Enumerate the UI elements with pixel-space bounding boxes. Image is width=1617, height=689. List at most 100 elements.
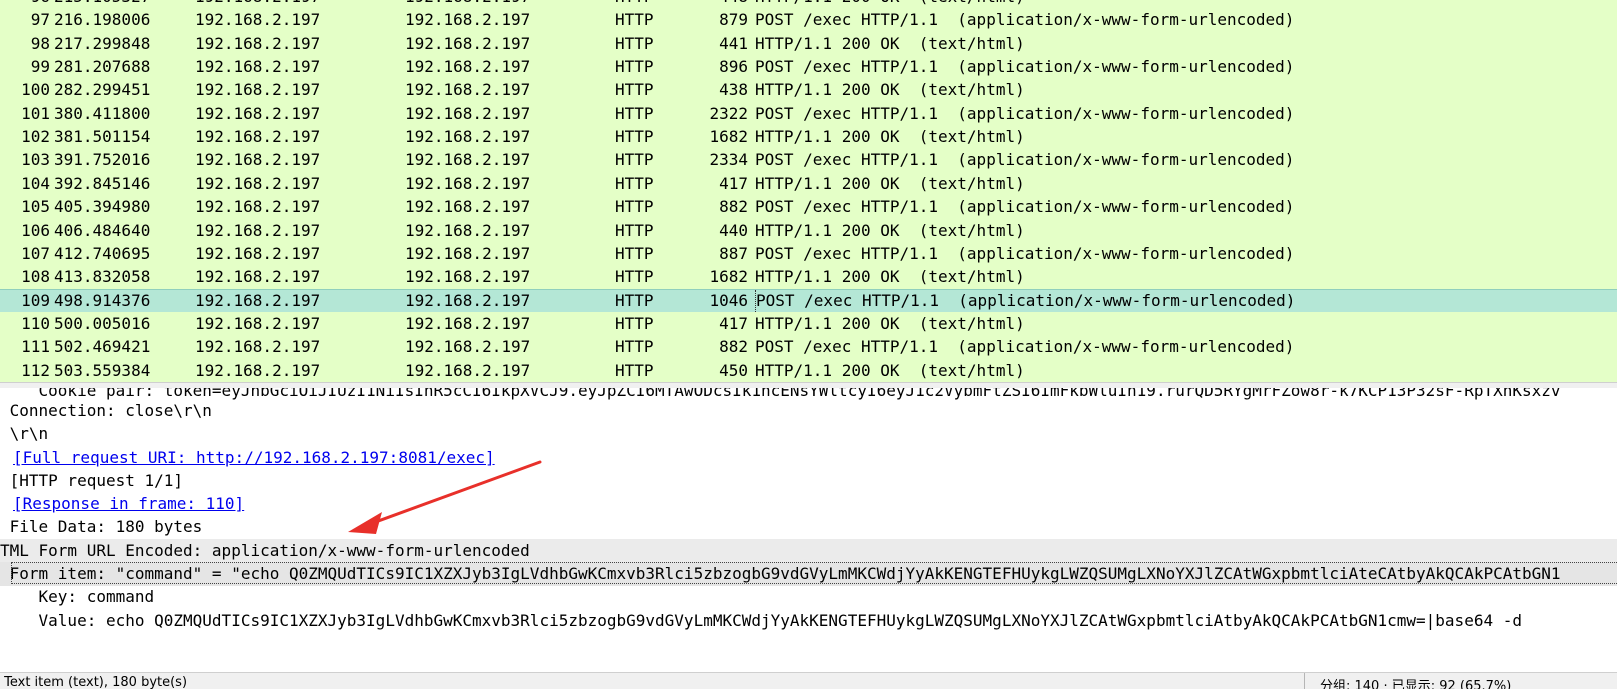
packet-time: 406.484640: [54, 220, 151, 240]
packet-row[interactable]: 97 216.198006 192.168.2.197 192.168.2.197 HT…: [0, 8, 1617, 33]
packet-length: 417: [719, 173, 748, 193]
packet-row[interactable]: 100 282.299451 192.168.2.197 192.168.2.197 H…: [0, 78, 1617, 103]
packet-destination: 192.168.2.197: [405, 150, 531, 170]
packet-source: 192.168.2.197: [195, 80, 321, 100]
packet-time: 282.299451: [54, 80, 151, 100]
packet-source: 192.168.2.197: [195, 127, 321, 147]
packet-length: 2334: [709, 150, 748, 170]
packet-source: 192.168.2.197: [195, 313, 321, 333]
packet-row[interactable]: 105 405.394980 192.168.2.197 192.168.2.197 H…: [0, 195, 1617, 220]
packet-protocol: HTTP: [615, 33, 654, 53]
packet-source: 192.168.2.197: [195, 267, 321, 287]
packet-info: POST /exec HTTP/1.1 (application/x-www-f…: [755, 103, 1295, 123]
packet-row[interactable]: 110 500.005016 192.168.2.197 192.168.2.197 H…: [0, 311, 1617, 336]
detail-row-form-header[interactable]: TML Form URL Encoded: application/x-www-…: [0, 539, 1617, 563]
packet-length: 1046: [709, 290, 748, 310]
key-text: Key: command: [0, 587, 155, 606]
packet-length: 882: [719, 197, 748, 217]
packet-destination: 192.168.2.197: [405, 10, 531, 30]
packet-row[interactable]: 107 412.740695 192.168.2.197 192.168.2.197 H…: [0, 241, 1617, 266]
packet-destination: 192.168.2.197: [405, 337, 531, 357]
packet-destination: 192.168.2.197: [405, 103, 531, 123]
form-item-text: Form item: "command" = "echo Q0ZMQUdTICs…: [0, 564, 1561, 583]
packet-source: 192.168.2.197: [195, 337, 321, 357]
packet-number: 109: [21, 290, 50, 310]
packet-time: 412.740695: [54, 243, 151, 263]
packet-info: POST /exec HTTP/1.1 (application/x-www-f…: [755, 243, 1295, 263]
packet-list[interactable]: 96215.105327192.168.2.197192.168.2.197HT…: [0, 0, 1617, 382]
packet-row[interactable]: 103 391.752016 192.168.2.197 192.168.2.197 H…: [0, 148, 1617, 173]
packet-info: HTTP/1.1 200 OK (text/html): [755, 173, 1025, 193]
detail-row-file-data[interactable]: File Data: 180 bytes: [0, 515, 1617, 539]
packet-protocol: HTTP: [615, 360, 654, 380]
packet-number: 97: [30, 10, 50, 30]
packet-info: POST /exec HTTP/1.1 (application/x-www-f…: [755, 57, 1295, 77]
detail-row-value[interactable]: Value: echo Q0ZMQUdTICs9IC1XZXJyb3IgLVdh…: [0, 609, 1617, 633]
packet-info: HTTP/1.1 200 OK (text/html): [755, 127, 1025, 147]
packet-row[interactable]: 112 503.559384 192.168.2.197 192.168.2.197 H…: [0, 358, 1617, 382]
packet-info: POST /exec HTTP/1.1 (application/x-www-f…: [755, 197, 1295, 217]
packet-protocol: HTTP: [615, 103, 654, 123]
packet-details-pane[interactable]: Cookie pair: token=eyJhbGciOiJIUzI1NiIsI…: [0, 388, 1617, 656]
packet-number: 101: [21, 103, 50, 123]
packet-destination: 192.168.2.197: [405, 80, 531, 100]
detail-row-response-frame[interactable]: [Response in frame: 110]: [0, 492, 1617, 516]
status-left-text: Text item (text), 180 byte(s): [0, 675, 188, 689]
packet-source: 192.168.2.197: [195, 197, 321, 217]
packet-info: POST /exec HTTP/1.1 (application/x-www-f…: [755, 337, 1295, 357]
packet-protocol: HTTP: [615, 150, 654, 170]
packet-protocol: HTTP: [615, 243, 654, 263]
packet-number: 111: [21, 337, 50, 357]
detail-row-http-request[interactable]: [HTTP request 1/1]: [0, 469, 1617, 493]
packet-time: 503.559384: [54, 360, 151, 380]
packet-info: POST /exec HTTP/1.1 (application/x-www-f…: [755, 289, 1296, 312]
packet-protocol: HTTP: [615, 337, 654, 357]
detail-row-full-uri[interactable]: [Full request URI: http://192.168.2.197:…: [0, 446, 1617, 470]
packet-info: HTTP/1.1 200 OK (text/html): [755, 33, 1025, 53]
packet-row[interactable]: 101 380.411800 192.168.2.197 192.168.2.197 H…: [0, 101, 1617, 126]
detail-row-form-item[interactable]: Form item: "command" = "echo Q0ZMQUdTICs…: [0, 562, 1617, 586]
packet-destination: 192.168.2.197: [405, 220, 531, 240]
packet-row[interactable]: 102 381.501154 192.168.2.197 192.168.2.197 H…: [0, 125, 1617, 150]
packet-source: 192.168.2.197: [195, 150, 321, 170]
packet-number: 99: [30, 57, 50, 77]
response-in-frame-link[interactable]: [Response in frame: 110]: [13, 492, 244, 516]
packet-destination: 192.168.2.197: [405, 57, 531, 77]
detail-row-connection[interactable]: Connection: close\r\n: [0, 399, 1617, 423]
packet-protocol: HTTP: [615, 80, 654, 100]
packet-row[interactable]: 111 502.469421 192.168.2.197 192.168.2.197 H…: [0, 335, 1617, 360]
packet-row[interactable]: 98 217.299848 192.168.2.197 192.168.2.197 HT…: [0, 31, 1617, 56]
packet-destination: 192.168.2.197: [405, 360, 531, 380]
packet-info: POST /exec HTTP/1.1 (application/x-www-f…: [755, 10, 1295, 30]
packet-row[interactable]: 104 392.845146 192.168.2.197 192.168.2.197 H…: [0, 171, 1617, 196]
packet-time: 380.411800: [54, 103, 151, 123]
packet-source: 192.168.2.197: [195, 57, 321, 77]
packet-source: 192.168.2.197: [195, 243, 321, 263]
packet-destination: 192.168.2.197: [405, 33, 531, 53]
packet-source: 192.168.2.197: [195, 10, 321, 30]
packet-time: 413.832058: [54, 267, 151, 287]
packet-number: 106: [21, 220, 50, 240]
packet-source: 192.168.2.197: [195, 173, 321, 193]
packet-number: 103: [21, 150, 50, 170]
packet-row[interactable]: 108 413.832058 192.168.2.197 192.168.2.197 H…: [0, 265, 1617, 290]
packet-length: 879: [719, 10, 748, 30]
packet-time: 405.394980: [54, 197, 151, 217]
packet-length: 417: [719, 313, 748, 333]
crlf-text: \r\n: [0, 424, 49, 443]
packet-info: HTTP/1.1 200 OK (text/html): [755, 80, 1025, 100]
packet-protocol: HTTP: [615, 197, 654, 217]
packet-row[interactable]: 109 498.914376 192.168.2.197 192.168.2.197 H…: [0, 288, 1617, 313]
packet-protocol: HTTP: [615, 57, 654, 77]
packet-row[interactable]: 106 406.484640 192.168.2.197 192.168.2.197 H…: [0, 218, 1617, 243]
packet-row[interactable]: 99 281.207688 192.168.2.197 192.168.2.197 HT…: [0, 55, 1617, 80]
packet-time: 216.198006: [54, 10, 151, 30]
packet-length: 896: [719, 57, 748, 77]
packet-length: 438: [719, 80, 748, 100]
horizontal-scroll-gutter[interactable]: [0, 656, 1617, 672]
packet-protocol: HTTP: [615, 267, 654, 287]
red-arrow-annotation: [348, 460, 542, 534]
detail-row-key[interactable]: Key: command: [0, 585, 1617, 609]
packet-time: 217.299848: [54, 33, 151, 53]
detail-row-crlf[interactable]: \r\n: [0, 422, 1617, 446]
